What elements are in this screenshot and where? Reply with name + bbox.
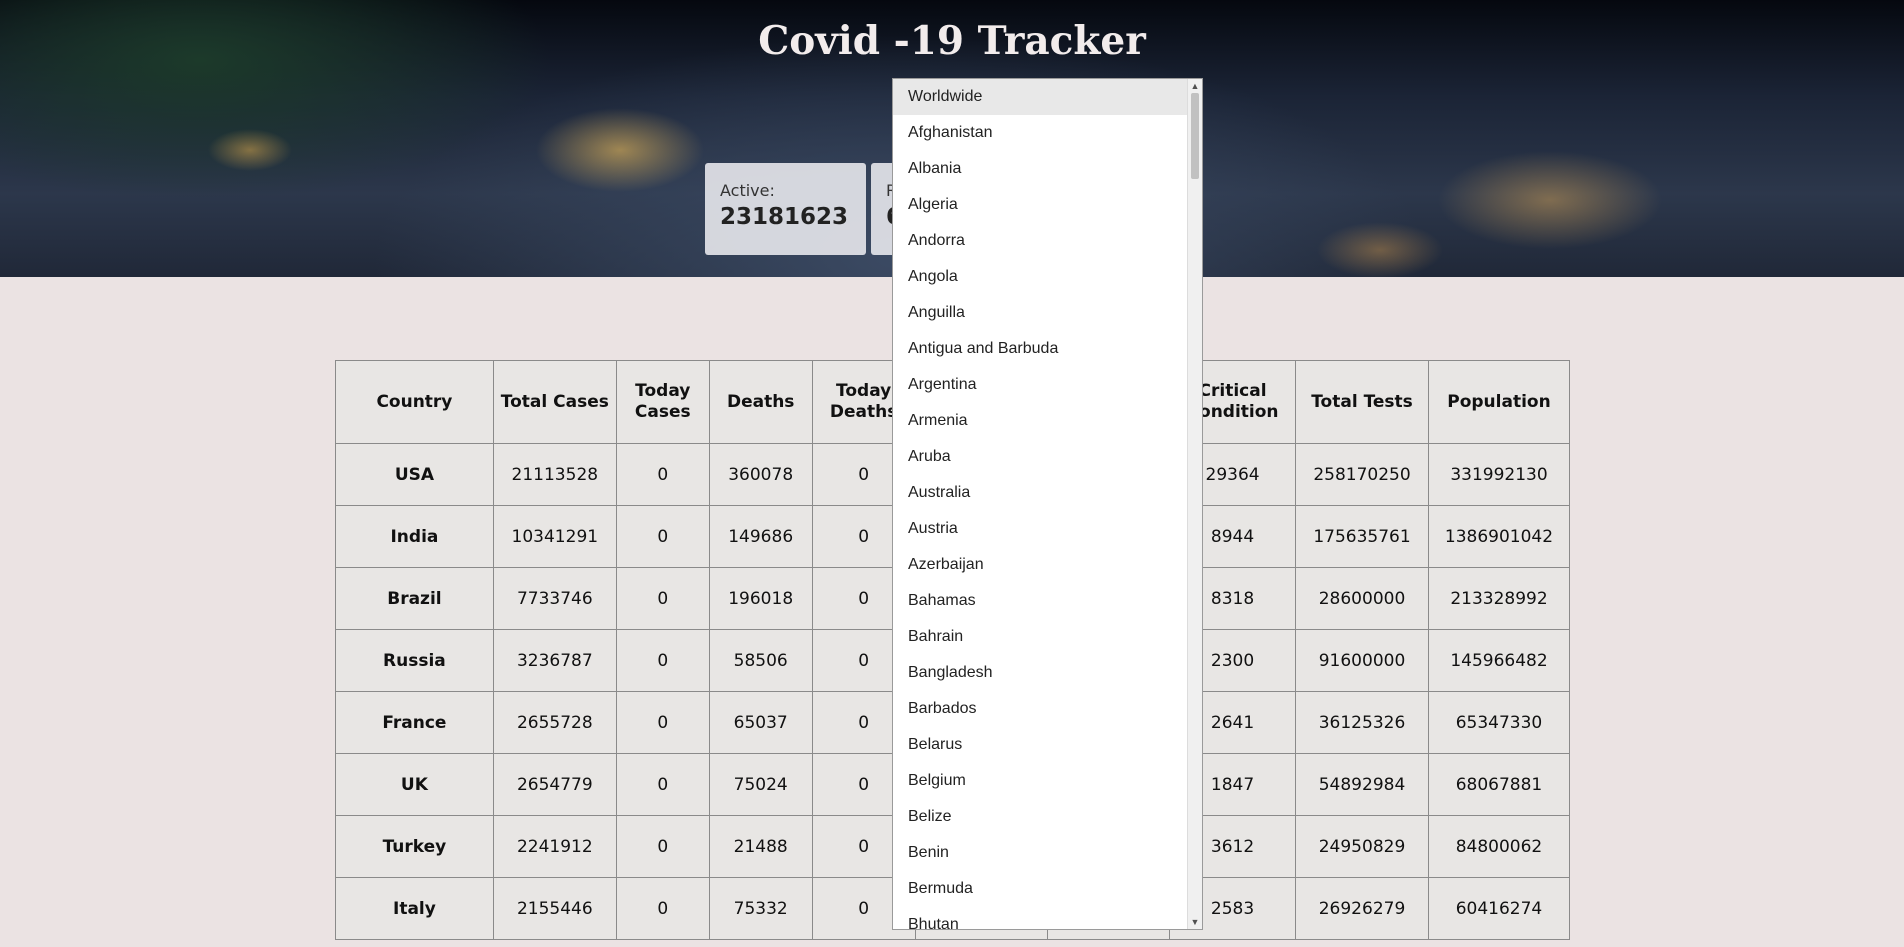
country-option[interactable]: Anguilla [893,295,1202,331]
table-cell: 75332 [708,877,813,940]
country-option[interactable]: Albania [893,151,1202,187]
table-cell: 331992130 [1427,443,1571,506]
country-cell: USA [335,443,494,506]
table-cell: 2155446 [492,877,617,940]
table-cell: 65347330 [1427,691,1571,754]
table-cell: 1386901042 [1427,505,1571,568]
table-cell: 7733746 [492,567,617,630]
table-cell: 0 [615,691,710,754]
table-cell: 21488 [708,815,813,878]
country-option[interactable]: Armenia [893,403,1202,439]
table-cell: 2241912 [492,815,617,878]
page-title: Covid -19 Tracker [758,18,1146,64]
table-cell: 0 [615,629,710,692]
country-option[interactable]: Afghanistan [893,115,1202,151]
table-cell: 26926279 [1295,877,1429,940]
table-cell: 68067881 [1427,753,1571,816]
country-option[interactable]: Austria [893,511,1202,547]
country-option[interactable]: Benin [893,835,1202,871]
table-cell: 0 [615,567,710,630]
country-cell: Turkey [335,815,494,878]
table-cell: 258170250 [1295,443,1429,506]
table-cell: 0 [615,815,710,878]
table-cell: 21113528 [492,443,617,506]
col-header: Today Cases [615,360,710,444]
table-cell: 0 [615,753,710,816]
country-option[interactable]: Argentina [893,367,1202,403]
table-cell: 91600000 [1295,629,1429,692]
country-option[interactable]: Belarus [893,727,1202,763]
table-cell: 3236787 [492,629,617,692]
country-option[interactable]: Bermuda [893,871,1202,907]
scroll-thumb[interactable] [1191,93,1199,179]
table-cell: 0 [615,505,710,568]
country-cell: UK [335,753,494,816]
col-header: Country [335,360,494,444]
table-cell: 360078 [708,443,813,506]
table-cell: 145966482 [1427,629,1571,692]
country-select-dropdown[interactable]: Worldwide Afghanistan Albania Algeria Andorr… [892,78,1203,930]
table-cell: 65037 [708,691,813,754]
country-cell: France [335,691,494,754]
country-option[interactable]: Belize [893,799,1202,835]
table-cell: 2655728 [492,691,617,754]
country-option[interactable]: Antigua and Barbuda [893,331,1202,367]
country-option[interactable]: Azerbaijan [893,547,1202,583]
country-option[interactable]: Bangladesh [893,655,1202,691]
dropdown-options-list: Worldwide Afghanistan Albania Algeria Andorr… [893,79,1202,929]
table-cell: 0 [615,877,710,940]
country-option[interactable]: Belgium [893,763,1202,799]
country-option[interactable]: Bahamas [893,583,1202,619]
table-cell: 149686 [708,505,813,568]
col-header: Deaths [708,360,813,444]
table-cell: 54892984 [1295,753,1429,816]
country-option[interactable]: Bhutan [893,907,1202,929]
country-option[interactable]: Algeria [893,187,1202,223]
table-cell: 10341291 [492,505,617,568]
table-cell: 84800062 [1427,815,1571,878]
table-cell: 60416274 [1427,877,1571,940]
country-cell: Italy [335,877,494,940]
country-option[interactable]: Worldwide [893,79,1202,115]
active-value: 23181623 [720,204,849,230]
country-option[interactable]: Angola [893,259,1202,295]
country-cell: Russia [335,629,494,692]
table-cell: 196018 [708,567,813,630]
country-cell: India [335,505,494,568]
country-cell: Brazil [335,567,494,630]
country-option[interactable]: Aruba [893,439,1202,475]
table-cell: 213328992 [1427,567,1571,630]
col-header: Total Cases [492,360,617,444]
table-cell: 58506 [708,629,813,692]
table-cell: 2654779 [492,753,617,816]
table-cell: 36125326 [1295,691,1429,754]
scroll-down-icon[interactable]: ▼ [1188,915,1202,929]
scroll-up-icon[interactable]: ▲ [1188,79,1202,93]
col-header: Total Tests [1295,360,1429,444]
active-label: Active: [720,181,775,200]
table-cell: 24950829 [1295,815,1429,878]
table-cell: 0 [615,443,710,506]
table-cell: 28600000 [1295,567,1429,630]
active-stat-card: Active: 23181623 [705,163,866,255]
country-option[interactable]: Andorra [893,223,1202,259]
country-option[interactable]: Australia [893,475,1202,511]
dropdown-scrollbar[interactable]: ▲ ▼ [1187,79,1202,929]
country-option[interactable]: Barbados [893,691,1202,727]
table-cell: 175635761 [1295,505,1429,568]
country-option[interactable]: Bahrain [893,619,1202,655]
col-header: Population [1427,360,1571,444]
table-cell: 75024 [708,753,813,816]
